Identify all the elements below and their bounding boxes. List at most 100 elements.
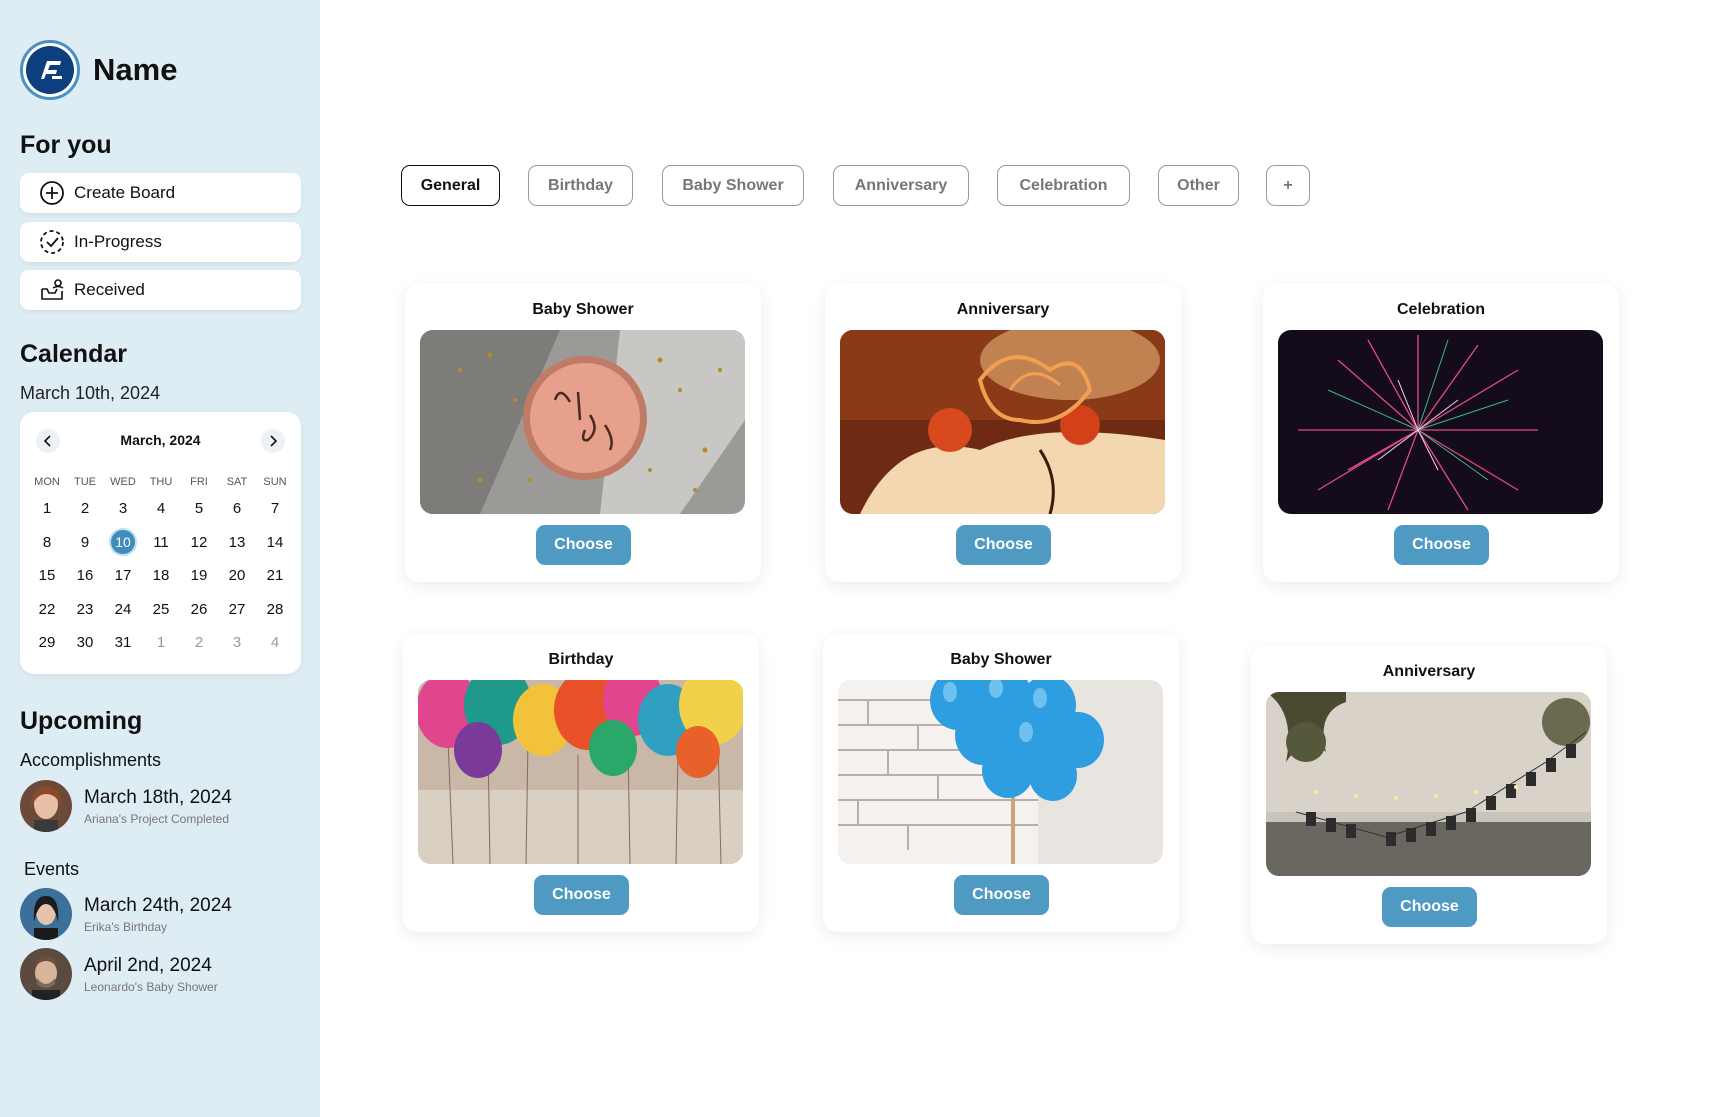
choose-button[interactable]: Choose xyxy=(954,875,1049,915)
tab-celebration[interactable]: Celebration xyxy=(997,165,1130,206)
event-item[interactable]: March 24th, 2024 Erika's Birthday xyxy=(20,888,232,940)
logo[interactable] xyxy=(20,40,80,100)
choose-button[interactable]: Choose xyxy=(534,875,629,915)
calendar-day[interactable]: 24 xyxy=(104,601,142,618)
calendar-day[interactable]: 2 xyxy=(66,500,104,517)
calendar-day[interactable]: 3 xyxy=(104,500,142,517)
calendar-day[interactable]: 15 xyxy=(28,567,66,584)
template-card[interactable]: Celebration Choose xyxy=(1263,284,1619,582)
anniversary-cake-image xyxy=(840,330,1165,514)
in-progress-button[interactable]: In-Progress xyxy=(20,222,301,262)
in-progress-label: In-Progress xyxy=(74,232,162,251)
choose-button[interactable]: Choose xyxy=(1382,887,1477,927)
received-label: Received xyxy=(74,280,145,299)
card-title: Celebration xyxy=(1396,301,1485,318)
logo-mark-icon xyxy=(26,46,74,94)
calendar-day[interactable]: 22 xyxy=(28,601,66,618)
calendar-day[interactable]: 3 xyxy=(218,634,256,651)
calendar-day[interactable]: 16 xyxy=(66,567,104,584)
calendar-day[interactable]: 25 xyxy=(142,601,180,618)
event-desc: Leonardo's Baby Shower xyxy=(84,979,218,994)
tab-birthday[interactable]: Birthday xyxy=(528,165,633,206)
add-category-button[interactable]: + xyxy=(1266,165,1310,206)
brand-name: Name xyxy=(93,52,178,87)
next-month-button[interactable] xyxy=(261,429,285,453)
avatar xyxy=(20,888,72,940)
calendar-heading: Calendar xyxy=(20,340,127,368)
weekday-label: TUE xyxy=(74,476,96,488)
weekday-label: MON xyxy=(34,476,60,488)
calendar-day[interactable]: 7 xyxy=(256,500,294,517)
calendar-day[interactable]: 4 xyxy=(256,634,294,651)
calendar-day[interactable]: 27 xyxy=(218,601,256,618)
oh-baby-cake-image xyxy=(420,330,745,514)
event-date: March 24th, 2024 xyxy=(84,894,232,916)
template-card[interactable]: Anniversary Choose xyxy=(1251,646,1607,944)
event-item[interactable]: April 2nd, 2024 Leonardo's Baby Shower xyxy=(20,948,218,1000)
accomplishment-item[interactable]: March 18th, 2024 Ariana's Project Comple… xyxy=(20,780,232,832)
template-card[interactable]: Baby Shower Choose xyxy=(405,284,761,582)
calendar-day[interactable]: 19 xyxy=(180,567,218,584)
received-button[interactable]: Received xyxy=(20,270,301,310)
calendar-day[interactable]: 5 xyxy=(180,500,218,517)
calendar-day[interactable]: 26 xyxy=(180,601,218,618)
calendar-day[interactable]: 31 xyxy=(104,634,142,651)
balloons-image xyxy=(418,680,743,864)
calendar-day[interactable]: 13 xyxy=(218,534,256,551)
calendar-day[interactable]: 6 xyxy=(218,500,256,517)
calendar-day[interactable]: 17 xyxy=(104,567,142,584)
calendar-day[interactable]: 18 xyxy=(142,567,180,584)
choose-button[interactable]: Choose xyxy=(1394,525,1489,565)
card-title: Anniversary xyxy=(1382,663,1476,680)
calendar-day[interactable]: 21 xyxy=(256,567,294,584)
calendar-day[interactable]: 29 xyxy=(28,634,66,651)
upcoming-heading: Upcoming xyxy=(20,707,143,735)
progress-check-icon xyxy=(40,230,64,254)
event-date: April 2nd, 2024 xyxy=(84,954,212,976)
blue-balloons-image xyxy=(838,680,1163,864)
choose-button[interactable]: Choose xyxy=(536,525,631,565)
template-card[interactable]: Anniversary Choose xyxy=(825,284,1181,582)
events-heading: Events xyxy=(24,859,80,879)
create-board-button[interactable]: Create Board xyxy=(20,173,301,213)
brand: Name xyxy=(20,40,177,100)
for-you-heading: For you xyxy=(20,131,112,159)
anniversary-banner-image xyxy=(1266,692,1591,876)
calendar-day[interactable]: 9 xyxy=(66,534,104,551)
tab-anniversary[interactable]: Anniversary xyxy=(833,165,969,206)
choose-button[interactable]: Choose xyxy=(956,525,1051,565)
calendar-day[interactable]: 23 xyxy=(66,601,104,618)
card-title: Anniversary xyxy=(956,301,1050,318)
accomplishment-date: March 18th, 2024 xyxy=(84,786,232,808)
current-date: March 10th, 2024 xyxy=(20,383,161,403)
calendar-day[interactable]: 1 xyxy=(28,500,66,517)
weekday-label: THU xyxy=(149,476,173,488)
calendar-day[interactable]: 28 xyxy=(256,601,294,618)
calendar-day[interactable]: 8 xyxy=(28,534,66,551)
card-title: Baby Shower xyxy=(950,651,1052,668)
weekday-label: SUN xyxy=(263,476,287,488)
tab-baby-shower[interactable]: Baby Shower xyxy=(662,165,804,206)
accomplishment-desc: Ariana's Project Completed xyxy=(84,811,230,826)
create-board-label: Create Board xyxy=(74,183,176,202)
tab-general[interactable]: General xyxy=(401,165,500,206)
calendar-day[interactable]: 14 xyxy=(256,534,294,551)
tab-other[interactable]: Other xyxy=(1158,165,1239,206)
calendar-day[interactable]: 2 xyxy=(180,634,218,651)
calendar-day[interactable]: 20 xyxy=(218,567,256,584)
calendar-day[interactable]: 11 xyxy=(142,534,180,551)
avatar xyxy=(20,780,72,832)
calendar-day-selected[interactable]: 10 xyxy=(104,530,142,555)
calendar-day[interactable]: 1 xyxy=(142,634,180,651)
weekday-label: FRI xyxy=(190,476,208,488)
calendar-day[interactable]: 12 xyxy=(180,534,218,551)
weekday-label: SAT xyxy=(226,476,248,488)
event-desc: Erika's Birthday xyxy=(84,919,167,934)
template-card[interactable]: Baby Shower Choose xyxy=(823,634,1179,932)
calendar-day[interactable]: 4 xyxy=(142,500,180,517)
calendar-day[interactable]: 30 xyxy=(66,634,104,651)
inbox-icon xyxy=(41,279,64,300)
template-card[interactable]: Birthday Choose xyxy=(403,634,759,932)
accomplishments-heading: Accomplishments xyxy=(20,750,162,770)
avatar xyxy=(20,948,72,1000)
